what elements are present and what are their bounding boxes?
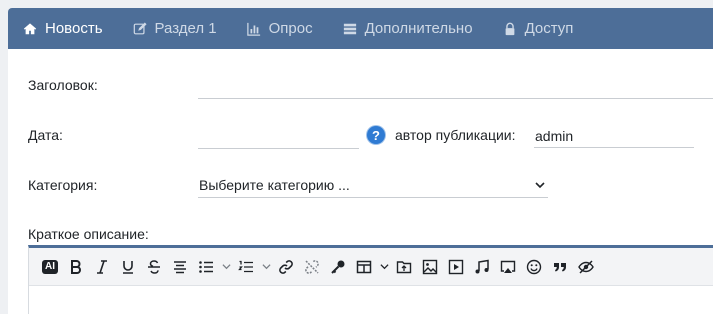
link-icon	[279, 259, 293, 274]
video-icon	[448, 259, 464, 274]
underline-button[interactable]	[115, 254, 141, 280]
category-select[interactable]: Выберите категорию ...	[198, 172, 548, 198]
unlink-icon	[305, 259, 319, 274]
tab-access[interactable]: Доступ	[488, 8, 589, 49]
strikethrough-icon	[148, 259, 160, 274]
tab-label: Раздел 1	[154, 20, 217, 37]
tab-label: Дополнительно	[364, 20, 473, 37]
numbered-list-button[interactable]	[233, 254, 259, 280]
strikethrough-button[interactable]	[141, 254, 167, 280]
italic-button[interactable]	[89, 254, 115, 280]
tab-label: Новость	[45, 20, 103, 37]
edit-icon	[133, 21, 147, 36]
tab-bar: Новость Раздел 1 Опрос Дополнительно Дос…	[8, 8, 713, 49]
numbered-list-dropdown[interactable]	[259, 254, 273, 280]
emoji-icon	[526, 259, 542, 274]
chevron-down-icon	[379, 264, 389, 270]
help-icon[interactable]: ?	[367, 126, 385, 144]
tab-section-1[interactable]: Раздел 1	[118, 8, 232, 49]
unlink-button[interactable]	[299, 254, 325, 280]
bold-icon	[71, 259, 81, 274]
table-icon	[356, 260, 372, 273]
chevron-down-icon	[534, 179, 546, 191]
title-input[interactable]	[198, 75, 713, 99]
home-icon	[23, 22, 37, 36]
key-button[interactable]	[325, 254, 351, 280]
ai-icon: AI	[42, 259, 58, 274]
tab-label: Опрос	[268, 20, 313, 37]
key-icon	[331, 260, 345, 274]
date-input[interactable]	[198, 125, 359, 149]
category-label: Категория:	[28, 177, 98, 193]
emoji-button[interactable]	[521, 254, 547, 280]
bullet-list-icon	[199, 260, 213, 273]
bullet-list-dropdown[interactable]	[219, 254, 233, 280]
bold-button[interactable]	[63, 254, 89, 280]
link-button[interactable]	[273, 254, 299, 280]
video-button[interactable]	[443, 254, 469, 280]
chevron-down-icon	[221, 264, 231, 270]
eye-slash-icon	[578, 259, 594, 274]
image-icon	[422, 259, 438, 274]
image-button[interactable]	[417, 254, 443, 280]
ai-button[interactable]: AI	[37, 254, 63, 280]
underline-icon	[123, 260, 133, 274]
title-label: Заголовок:	[28, 77, 98, 93]
table-button[interactable]	[351, 254, 377, 280]
rich-text-editor: AI	[28, 245, 713, 314]
upload-folder-button[interactable]	[391, 254, 417, 280]
tab-label: Доступ	[524, 20, 574, 37]
editor-toolbar: AI	[29, 248, 713, 286]
align-center-button[interactable]	[167, 254, 193, 280]
short-description-label: Краткое описание:	[28, 226, 149, 242]
hide-text-button[interactable]	[573, 254, 599, 280]
folder-upload-icon	[396, 260, 412, 273]
quote-button[interactable]	[547, 254, 573, 280]
embed-button[interactable]	[495, 254, 521, 280]
chevron-down-icon	[261, 264, 271, 270]
align-center-icon	[174, 260, 186, 273]
tab-news[interactable]: Новость	[8, 8, 118, 49]
music-icon	[475, 259, 489, 273]
list-icon	[343, 22, 357, 36]
news-edit-panel: Новость Раздел 1 Опрос Дополнительно Дос…	[8, 8, 713, 314]
tab-poll[interactable]: Опрос	[232, 8, 328, 49]
author-input[interactable]	[534, 124, 694, 148]
audio-button[interactable]	[469, 254, 495, 280]
numbered-list-icon	[238, 260, 253, 272]
airplay-icon	[500, 260, 516, 273]
italic-icon	[97, 259, 107, 274]
category-selected-value: Выберите категорию ...	[199, 176, 350, 193]
date-label: Дата:	[28, 127, 63, 143]
bar-chart-icon	[246, 22, 261, 36]
lock-icon	[503, 22, 517, 36]
tab-additional[interactable]: Дополнительно	[328, 8, 488, 49]
bullet-list-button[interactable]	[193, 254, 219, 280]
quote-icon	[554, 262, 566, 271]
table-dropdown[interactable]	[377, 254, 391, 280]
author-label: автор публикации:	[395, 127, 516, 143]
